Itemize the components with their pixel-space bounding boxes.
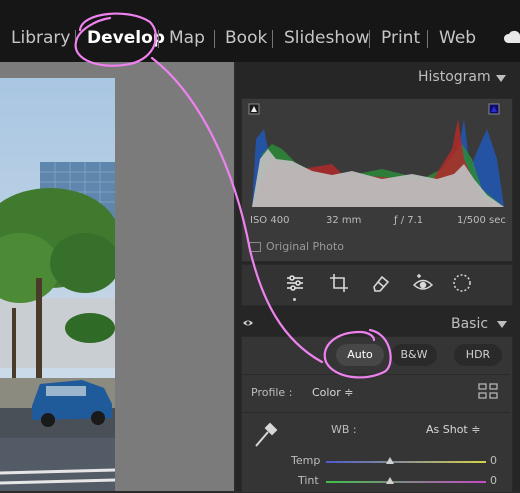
module-web[interactable]: Web	[439, 27, 476, 49]
wb-dropdown[interactable]: As Shot ≑	[426, 423, 480, 436]
eraser-icon[interactable]	[370, 272, 392, 294]
wb-label: WB :	[331, 423, 357, 436]
module-separator	[75, 30, 76, 48]
module-slideshow[interactable]: Slideshow	[284, 27, 369, 49]
basic-title[interactable]: Basic	[451, 316, 488, 332]
divider	[242, 374, 510, 375]
photo-preview	[0, 78, 115, 491]
sliders-icon[interactable]	[284, 272, 306, 294]
grid-icon[interactable]	[478, 383, 498, 399]
cloud-icon[interactable]	[502, 29, 520, 45]
module-separator	[427, 30, 428, 48]
tint-label: Tint	[298, 474, 319, 487]
profile-dropdown[interactable]: Color ≑	[312, 386, 353, 399]
eye-icon[interactable]	[242, 318, 254, 328]
mask-icon[interactable]	[451, 272, 473, 294]
histogram-graph	[248, 103, 504, 207]
street-photo	[0, 78, 115, 491]
module-library[interactable]: Library	[11, 27, 70, 49]
profile-label: Profile :	[251, 386, 293, 399]
crop-icon[interactable]	[328, 272, 350, 294]
bw-button[interactable]: B&W	[391, 344, 437, 366]
active-tool-indicator	[293, 298, 296, 301]
temp-value: 0	[490, 454, 497, 467]
aperture-value: ƒ / 7.1	[394, 215, 424, 226]
module-map[interactable]: Map	[169, 27, 205, 49]
module-book[interactable]: Book	[225, 27, 267, 49]
temp-slider-thumb[interactable]	[386, 457, 394, 464]
temp-slider[interactable]	[326, 461, 486, 463]
divider	[242, 412, 510, 413]
module-print[interactable]: Print	[381, 27, 420, 49]
tint-slider[interactable]	[326, 481, 486, 483]
iso-value: ISO 400	[250, 215, 290, 226]
original-photo-label: Original Photo	[266, 240, 344, 253]
temp-label: Temp	[291, 454, 321, 467]
module-develop[interactable]: Develop	[87, 27, 165, 49]
module-separator	[158, 30, 159, 48]
module-separator	[369, 30, 370, 48]
tint-slider-thumb[interactable]	[386, 477, 394, 484]
module-separator	[272, 30, 273, 48]
eyedropper-icon[interactable]	[252, 418, 282, 450]
collapse-triangle-icon[interactable]	[497, 321, 507, 328]
focal-length-value: 32 mm	[326, 215, 362, 226]
hdr-button[interactable]: HDR	[454, 344, 502, 366]
auto-button[interactable]: Auto	[336, 344, 384, 366]
shutter-value: 1/500 sec	[457, 215, 506, 226]
module-separator	[214, 30, 215, 48]
histogram-title[interactable]: Histogram	[418, 69, 491, 85]
histogram-panel	[241, 98, 513, 262]
original-photo-checkbox[interactable]	[249, 242, 261, 252]
collapse-triangle-icon[interactable]	[496, 75, 506, 82]
tint-value: 0	[490, 474, 497, 487]
module-bar: Library Develop Map Book Slideshow Print…	[0, 0, 520, 62]
redeye-icon[interactable]	[412, 272, 434, 294]
